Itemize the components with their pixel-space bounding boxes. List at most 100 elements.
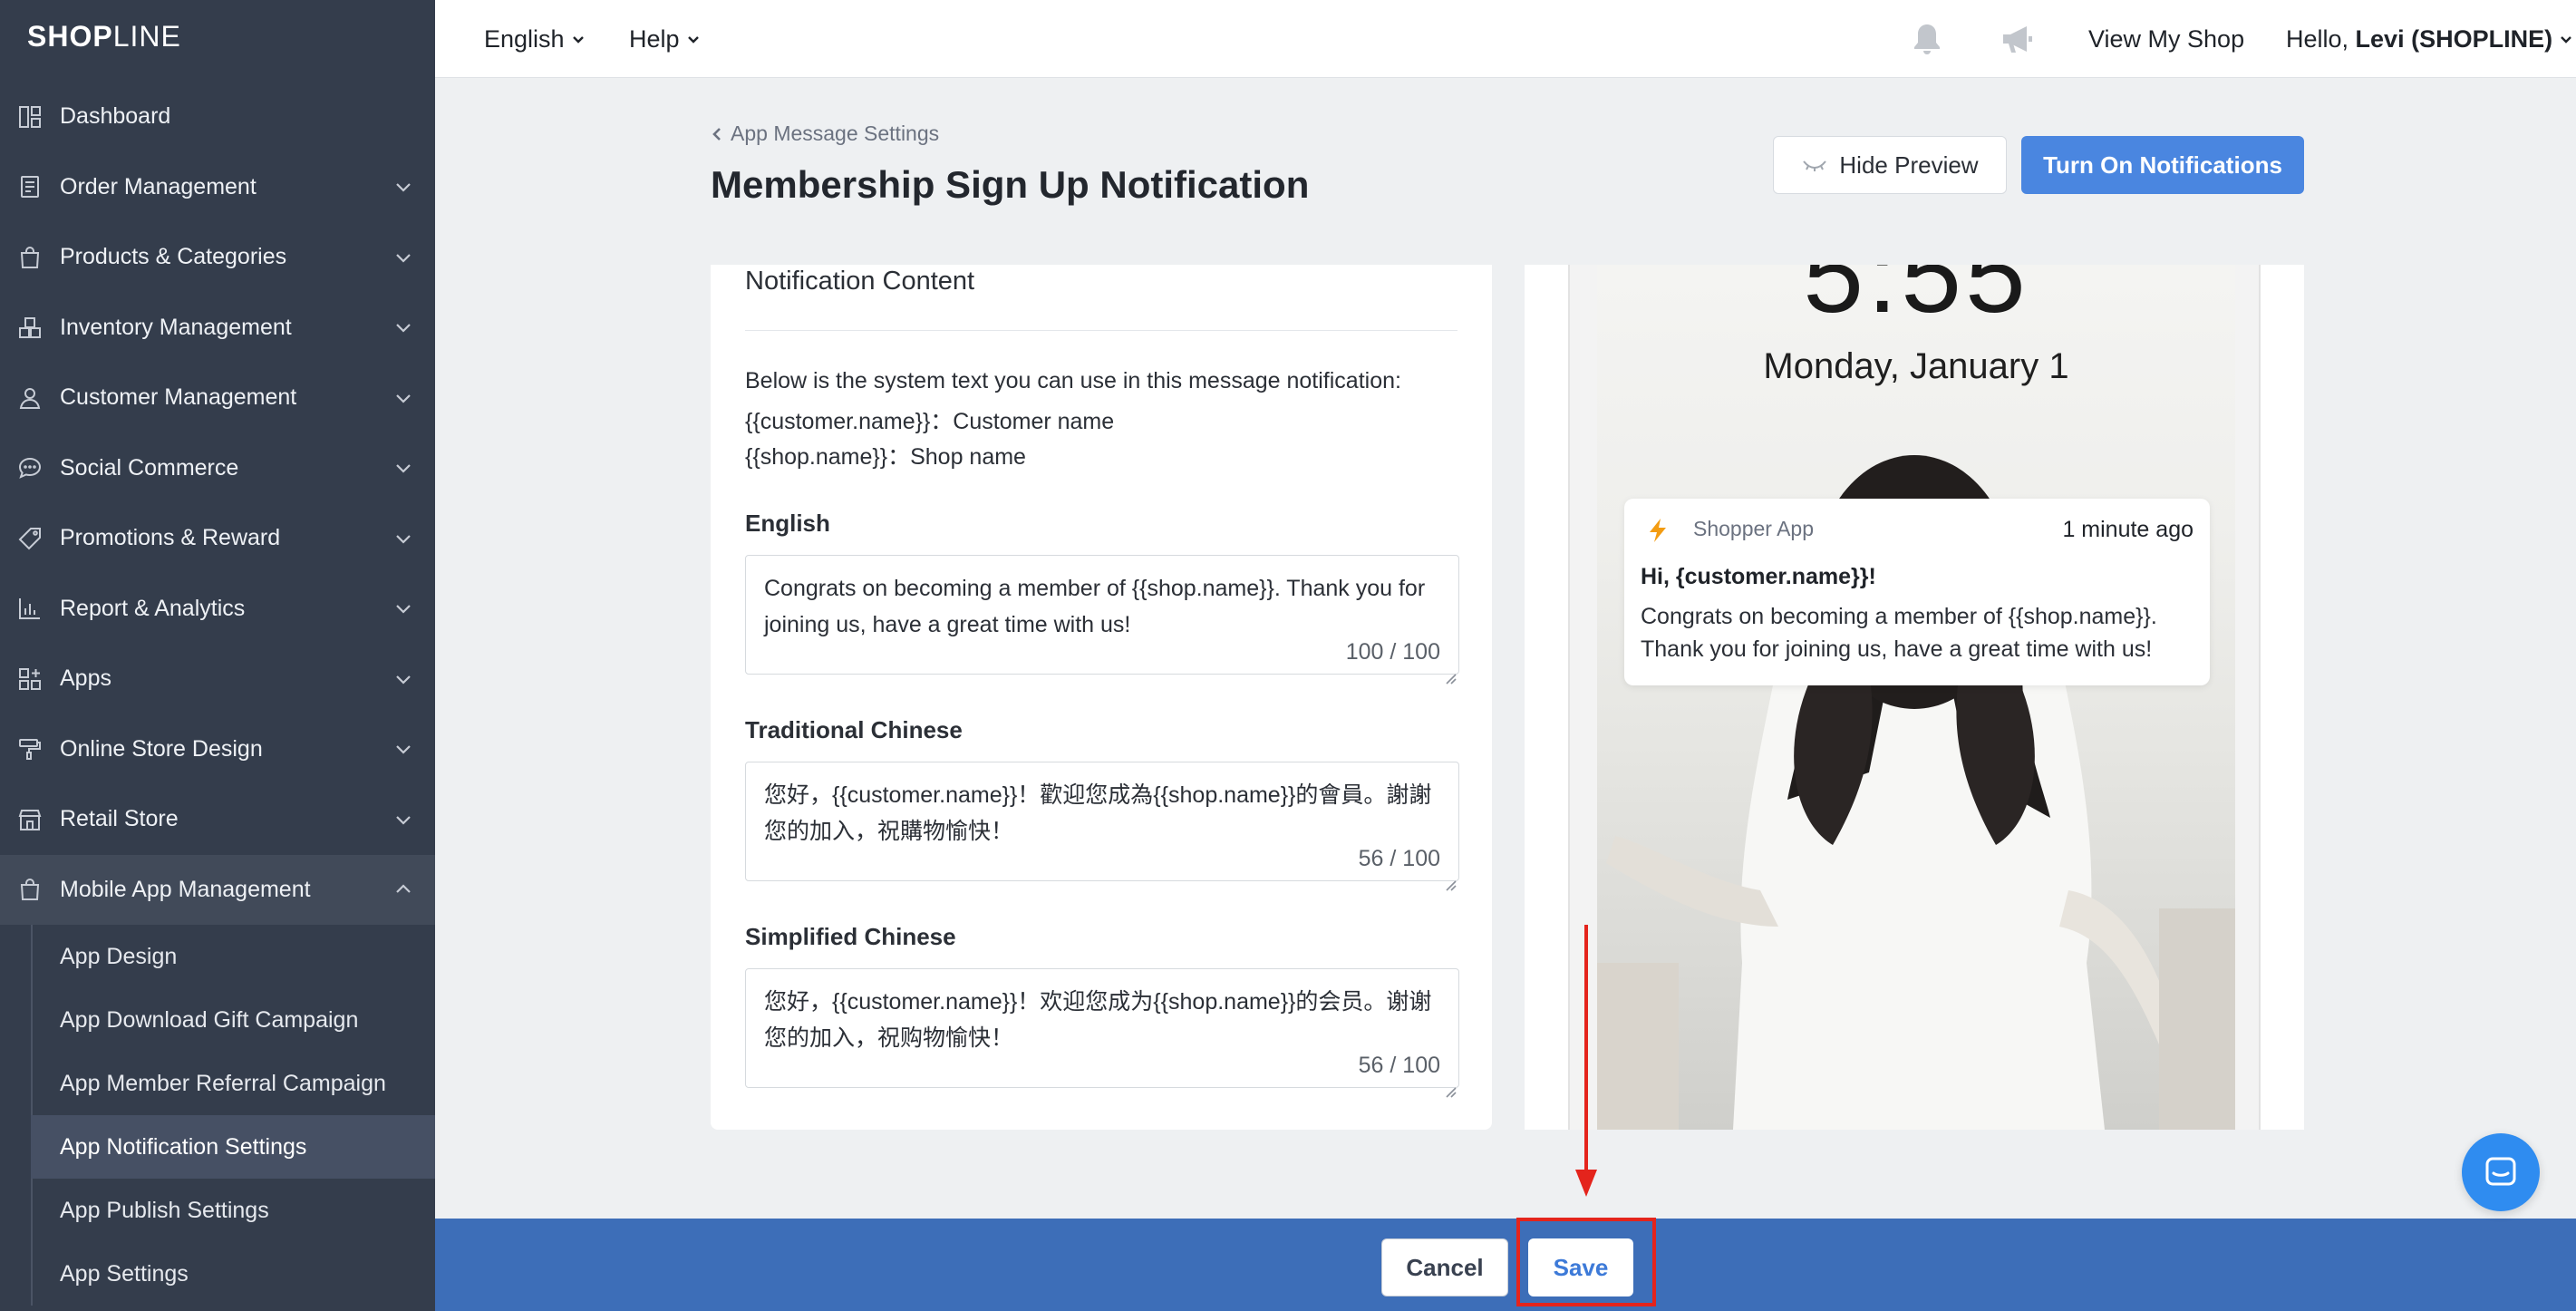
simplified-chinese-text: 您好，{{customer.name}}！欢迎您成为{{shop.name}}的…: [764, 989, 1432, 1051]
hide-preview-button[interactable]: Hide Preview: [1773, 136, 2007, 194]
help-text-customer-name: {{customer.name}}：Customer name: [745, 409, 1115, 434]
megaphone-icon[interactable]: [1998, 0, 2038, 78]
chevron-down-icon: [393, 810, 413, 830]
sidebar-subitem-app-download-gift-campaign[interactable]: App Download Gift Campaign: [33, 988, 435, 1052]
help-text: Below is the system text you can use in …: [745, 368, 1401, 393]
sidebar-subitem-app-member-referral-campaign[interactable]: App Member Referral Campaign: [33, 1052, 435, 1115]
sidebar-item-promotions-reward[interactable]: Promotions & Reward: [0, 503, 435, 574]
sidebar-subitem-app-settings[interactable]: App Settings: [33, 1242, 435, 1306]
view-my-shop-link[interactable]: View My Shop: [2088, 0, 2244, 78]
notification-time: 1 minute ago: [2062, 517, 2193, 542]
sidebar-item-products-categories[interactable]: Products & Categories: [0, 222, 435, 293]
chevron-down-icon: [393, 598, 413, 618]
order-icon: [16, 173, 44, 200]
chevron-up-icon: [393, 879, 413, 899]
sidebar-item-inventory-management[interactable]: Inventory Management: [0, 293, 435, 364]
english-label: English: [745, 510, 830, 537]
sidebar-item-label: Retail Store: [60, 806, 179, 832]
sidebar-subnav: App Design App Download Gift Campaign Ap…: [31, 925, 435, 1306]
notification-content-card: Notification Content Below is the system…: [711, 265, 1492, 1130]
traditional-chinese-textarea[interactable]: 您好，{{customer.name}}！歡迎您成為{{shop.name}}的…: [745, 762, 1459, 891]
breadcrumb[interactable]: App Message Settings: [711, 121, 939, 146]
english-text: Congrats on becoming a member of {{shop.…: [764, 576, 1426, 637]
language-dropdown[interactable]: English: [484, 0, 586, 78]
sidebar: SHOPLINE Dashboard Order Management Prod…: [0, 0, 435, 1311]
bag-icon: [16, 876, 44, 903]
sidebar-item-report-analytics[interactable]: Report & Analytics: [0, 574, 435, 645]
resize-handle-icon[interactable]: [1444, 659, 1457, 685]
chevron-down-icon: [393, 388, 413, 408]
help-text-shop-name: {{shop.name}}：Shop name: [745, 444, 1026, 470]
greeting-prefix: Hello,: [2286, 24, 2349, 53]
lock-screen-clock: 5:55: [1803, 265, 2029, 335]
shopline-logo[interactable]: SHOPLINE: [27, 20, 181, 53]
notification-title: Hi, {customer.name}}!: [1641, 564, 1876, 589]
sidebar-item-apps[interactable]: Apps: [0, 644, 435, 714]
sidebar-item-customer-management[interactable]: Customer Management: [0, 363, 435, 433]
help-dropdown[interactable]: Help: [629, 0, 702, 78]
sidebar-item-label: Products & Categories: [60, 244, 287, 270]
chevron-down-icon: [393, 248, 413, 267]
sidebar-item-order-management[interactable]: Order Management: [0, 152, 435, 223]
notification-app-name: Shopper App: [1693, 517, 1815, 540]
sidebar-item-social-commerce[interactable]: Social Commerce: [0, 433, 435, 504]
chevron-down-icon: [393, 177, 413, 197]
notification-body: Congrats on becoming a member of {{shop.…: [1641, 604, 2157, 662]
sidebar-item-label: Order Management: [60, 173, 257, 199]
chat-support-button[interactable]: [2462, 1133, 2540, 1211]
char-counter: 56 / 100: [1358, 1053, 1440, 1078]
char-counter: 100 / 100: [1345, 639, 1440, 665]
sidebar-subitem-app-notification-settings[interactable]: App Notification Settings: [31, 1115, 435, 1179]
user-icon: [16, 384, 44, 412]
simplified-chinese-textarea[interactable]: 您好，{{customer.name}}！欢迎您成为{{shop.name}}的…: [745, 968, 1459, 1098]
sidebar-item-label: Inventory Management: [60, 314, 292, 340]
simplified-chinese-label: Simplified Chinese: [745, 923, 956, 950]
sidebar-subitem-app-publish-settings[interactable]: App Publish Settings: [33, 1179, 435, 1242]
tag-icon: [16, 525, 44, 552]
chevron-down-icon: [2561, 36, 2571, 44]
chevron-down-icon: [687, 36, 699, 44]
sidebar-item-retail-store[interactable]: Retail Store: [0, 784, 435, 855]
cancel-button[interactable]: Cancel: [1381, 1238, 1508, 1296]
sidebar-item-label: Dashboard: [60, 103, 171, 130]
sidebar-item-label: Apps: [60, 665, 111, 692]
inventory-icon: [16, 314, 44, 341]
sidebar-item-label: Mobile App Management: [60, 876, 311, 902]
phone-lock-screen: 5:55 Monday, January 1 Shopper App 1 min…: [1597, 265, 2235, 1130]
english-textarea[interactable]: Congrats on becoming a member of {{shop.…: [745, 555, 1459, 685]
sidebar-item-label: Promotions & Reward: [60, 525, 281, 551]
chat-icon: [2485, 1157, 2516, 1186]
hide-preview-label: Hide Preview: [1839, 151, 1979, 179]
card-title: Notification Content: [745, 267, 975, 296]
phone-mockup: 5:55 Monday, January 1 Shopper App 1 min…: [1568, 265, 2261, 1130]
traditional-chinese-text: 您好，{{customer.name}}！歡迎您成為{{shop.name}}的…: [764, 782, 1432, 844]
sidebar-subitem-app-design[interactable]: App Design: [33, 925, 435, 988]
language-label: English: [484, 24, 565, 53]
breadcrumb-label: App Message Settings: [731, 121, 940, 145]
chevron-down-icon: [393, 669, 413, 689]
user-menu[interactable]: Hello, Levi (SHOPLINE): [2286, 0, 2574, 78]
sidebar-item-label: Report & Analytics: [60, 595, 246, 621]
resize-handle-icon[interactable]: [1444, 866, 1457, 891]
turn-on-notifications-button[interactable]: Turn On Notifications: [2021, 136, 2304, 194]
char-counter: 56 / 100: [1358, 846, 1440, 871]
chevron-down-icon: [393, 458, 413, 478]
lock-screen-date: Monday, January 1: [1763, 346, 2069, 386]
store-icon: [16, 806, 44, 833]
divider: [745, 330, 1457, 331]
chart-icon: [16, 595, 44, 622]
sidebar-item-label: Social Commerce: [60, 454, 239, 481]
chevron-down-icon: [393, 317, 413, 337]
notification-preview-panel: 5:55 Monday, January 1 Shopper App 1 min…: [1525, 265, 2304, 1130]
bell-icon[interactable]: [1907, 0, 1947, 78]
sidebar-nav: Dashboard Order Management Products & Ca…: [0, 82, 435, 1306]
dashboard-icon: [16, 103, 44, 131]
sidebar-item-label: Customer Management: [60, 384, 297, 411]
chevron-down-icon: [393, 739, 413, 759]
sidebar-item-mobile-app-management[interactable]: Mobile App Management: [0, 854, 435, 925]
resize-handle-icon[interactable]: [1444, 1073, 1457, 1098]
save-highlight-box: [1516, 1218, 1656, 1306]
sidebar-item-dashboard[interactable]: Dashboard: [0, 82, 435, 152]
sidebar-item-online-store-design[interactable]: Online Store Design: [0, 714, 435, 785]
chat-bubble-icon: [16, 454, 44, 481]
